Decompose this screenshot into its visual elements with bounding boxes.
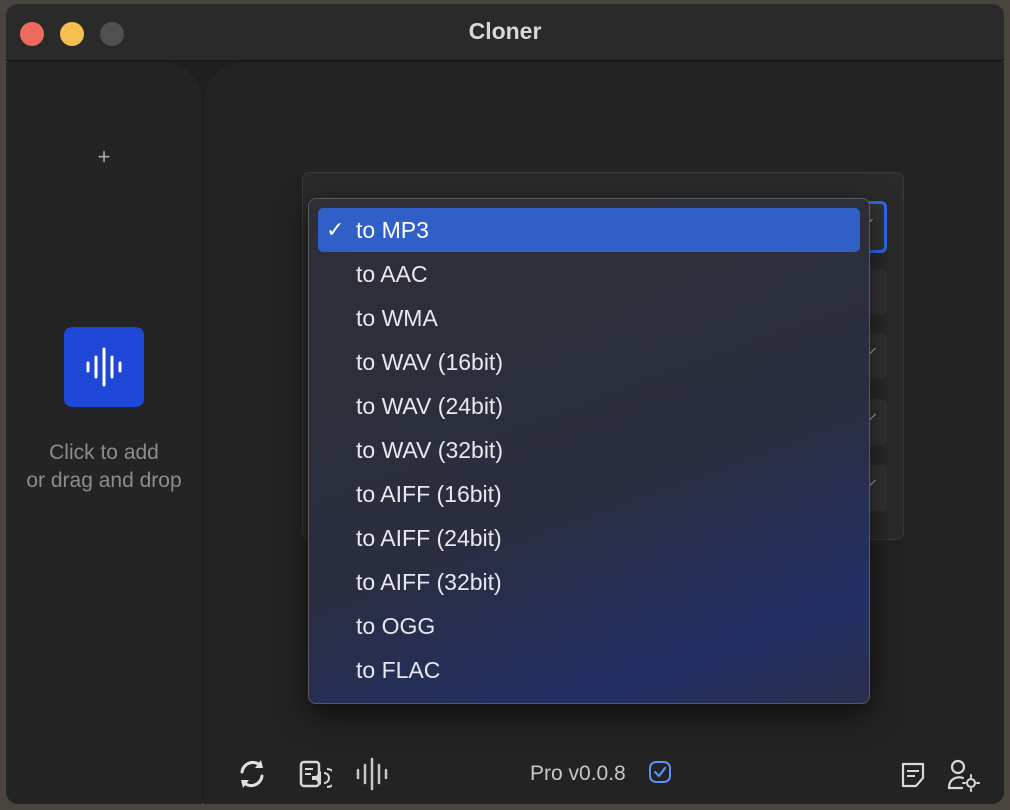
format-option-label: to WAV (32bit) bbox=[356, 437, 503, 463]
format-option[interactable]: to OGG bbox=[318, 604, 860, 648]
format-option[interactable]: to WAV (32bit) bbox=[318, 428, 860, 472]
format-option-label: to FLAC bbox=[356, 657, 441, 683]
format-option[interactable]: to WMA bbox=[318, 296, 860, 340]
format-option-label: to MP3 bbox=[356, 217, 429, 243]
title-bar: Cloner bbox=[6, 4, 1004, 61]
refresh-icon[interactable] bbox=[234, 756, 270, 792]
add-audio-tile[interactable] bbox=[64, 327, 144, 407]
format-option-label: to AIFF (16bit) bbox=[356, 481, 502, 507]
drop-hint: Click to add or drag and drop bbox=[6, 439, 202, 495]
format-option[interactable]: to AAC bbox=[318, 252, 860, 296]
format-option[interactable]: to FLAC bbox=[318, 648, 860, 692]
format-option-label: to WAV (24bit) bbox=[356, 393, 503, 419]
format-option-label: to AIFF (24bit) bbox=[356, 525, 502, 551]
format-option-label: to OGG bbox=[356, 613, 436, 639]
waveform-icon bbox=[86, 347, 122, 387]
sidebar: + Click to add or drag and drop bbox=[6, 62, 202, 804]
waveform-icon[interactable] bbox=[354, 756, 390, 792]
notes-icon[interactable] bbox=[898, 760, 928, 790]
format-option-label: to AAC bbox=[356, 261, 428, 287]
format-option-label: to WMA bbox=[356, 305, 438, 331]
format-option[interactable]: to WAV (24bit) bbox=[318, 384, 860, 428]
drop-hint-line1: Click to add bbox=[49, 441, 159, 464]
format-option-label: to WAV (16bit) bbox=[356, 349, 503, 375]
format-option-label: to AIFF (32bit) bbox=[356, 569, 502, 595]
user-settings-icon[interactable] bbox=[946, 758, 980, 792]
version-label: Pro v0.0.8 bbox=[530, 762, 626, 785]
drop-hint-line2: or drag and drop bbox=[26, 469, 182, 492]
add-file-button[interactable]: + bbox=[92, 144, 116, 170]
speaker-document-icon[interactable] bbox=[296, 756, 332, 792]
format-option[interactable]: to AIFF (16bit) bbox=[318, 472, 860, 516]
format-menu-list: ✓ to MP3 to AAC to WMA to WAV (16bit) to WAV … bbox=[309, 199, 869, 692]
format-option[interactable]: to AIFF (24bit) bbox=[318, 516, 860, 560]
bottom-toolbar: Pro v0.0.8 bbox=[204, 734, 1004, 804]
format-option[interactable]: ✓ to MP3 bbox=[318, 208, 860, 252]
verified-check-icon[interactable] bbox=[648, 760, 672, 784]
format-dropdown-menu: ✓ to MP3 to AAC to WMA to WAV (16bit) to WAV … bbox=[308, 198, 870, 704]
format-option[interactable]: to WAV (16bit) bbox=[318, 340, 860, 384]
window-title: Cloner bbox=[468, 18, 542, 44]
format-option[interactable]: to AIFF (32bit) bbox=[318, 560, 860, 604]
checkmark-icon: ✓ bbox=[326, 217, 345, 242]
